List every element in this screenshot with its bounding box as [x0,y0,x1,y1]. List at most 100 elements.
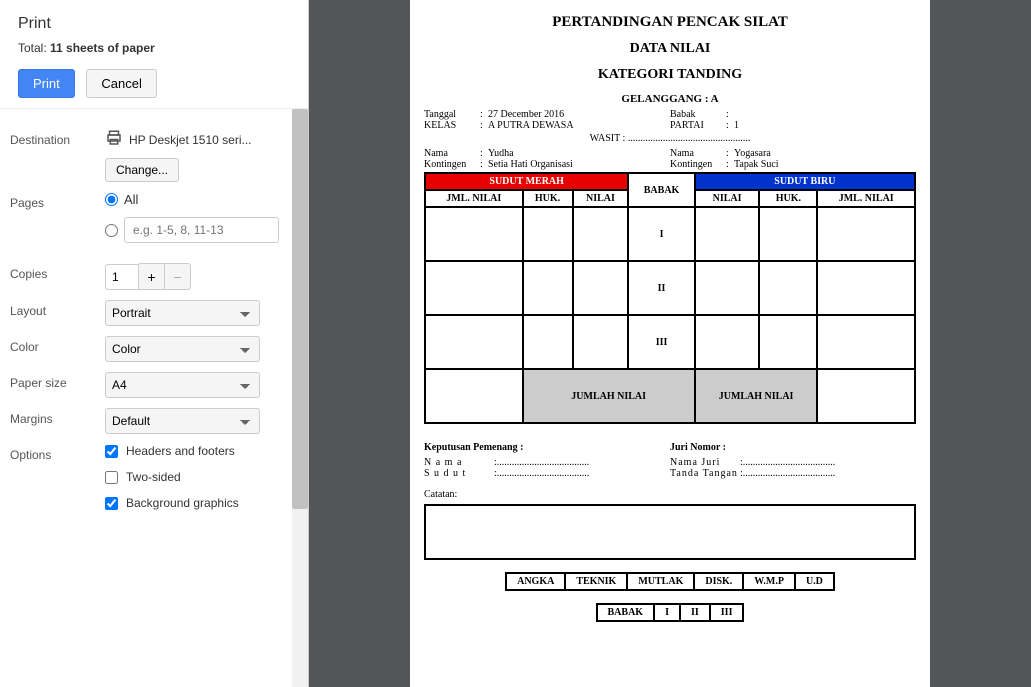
options-label: Options [10,444,105,462]
destination-name: HP Deskjet 1510 seri... [129,133,252,147]
destination-box: HP Deskjet 1510 seri... [105,129,286,150]
paper-select[interactable]: A4 [105,372,260,398]
twosided-checkbox[interactable] [105,471,118,484]
bg-label: Background graphics [126,496,239,510]
result-table-2: BABAK I II III [596,603,745,622]
tanggal-v: 27 December 2016 [488,109,564,120]
copies-input[interactable] [105,264,139,290]
round-2: II [425,261,915,315]
kont2-v: Tapak Suci [734,159,779,170]
pages-custom-row [105,217,286,243]
jn-tt: Tanda Tangan [670,468,740,479]
pages-all-label: All [124,192,138,207]
doc-title2: DATA NILAI [424,41,916,57]
copies-plus[interactable]: + [139,263,165,290]
hdr-red: SUDUT MERAH [425,173,628,190]
margins-label: Margins [10,408,105,426]
pages-custom-radio[interactable] [105,224,118,237]
paper-row: Paper size A4 [10,372,308,398]
layout-select[interactable]: Portrait [105,300,260,326]
catatan-box [424,504,916,560]
destination-label: Destination [10,129,105,147]
nama1-v: Yudha [488,148,514,159]
print-options-body: Destination HP Deskjet 1510 seri... Chan… [0,109,308,687]
copies-minus[interactable]: − [165,263,191,290]
nama2-v: Yogasara [734,148,771,159]
margins-row: Margins Default [10,408,308,434]
kp-sudut: S u d u t [424,468,494,479]
layout-row: Layout Portrait [10,300,308,326]
kont2-k: Kontingen [670,159,726,170]
score-table: SUDUT MERAH BABAK SUDUT BIRU JML. NILAI … [424,172,916,424]
total-prefix: Total: [18,41,50,55]
footer-block: Keputusan Pemenang : N a m a:...........… [424,442,916,479]
headers-checkbox[interactable] [105,445,118,458]
cancel-button[interactable]: Cancel [86,69,156,98]
hdr-babak: BABAK [628,173,694,207]
res-mutlak: MUTLAK [627,573,694,590]
kp-nama: N a m a [424,457,494,468]
layout-label: Layout [10,300,105,318]
copies-row: Copies + − [10,263,308,290]
kelas-k: KELAS [424,120,480,131]
bg-checkbox[interactable] [105,497,118,510]
catatan-label: Catatan: [424,489,916,500]
partai-k: PARTAI [670,120,726,131]
scrollbar-track[interactable] [292,109,308,687]
twosided-label: Two-sided [126,470,181,484]
preview-area[interactable]: PERTANDINGAN PENCAK SILAT DATA NILAI KAT… [309,0,1031,687]
res-angka: ANGKA [506,573,565,590]
change-destination-button[interactable]: Change... [105,158,179,182]
round-1: I [425,207,915,261]
res-ii: II [680,604,710,621]
copies-label: Copies [10,263,105,281]
res-ud: U.D [795,573,834,590]
col-nilai-l: NILAI [573,190,629,207]
round-3: III [425,315,915,369]
print-total: Total: 11 sheets of paper [18,41,290,55]
color-row: Color Color [10,336,308,362]
tanggal-k: Tanggal [424,109,480,120]
margins-select[interactable]: Default [105,408,260,434]
total-row: JUMLAH NILAIJUMLAH NILAI [425,369,915,423]
doc-gelanggang: GELANGGANG : A [424,93,916,105]
pages-row: Pages All [10,192,308,253]
kont1-k: Kontingen [424,159,480,170]
kont1-v: Setia Hati Organisasi [488,159,573,170]
print-button[interactable]: Print [18,69,75,98]
res-babak: BABAK [597,604,655,621]
doc-title3: KATEGORI TANDING [424,67,916,83]
printer-icon [105,129,123,150]
button-row: Print Cancel [18,69,290,98]
col-jml-r: JML. NILAI [817,190,915,207]
pages-label: Pages [10,192,105,210]
col-huk-l: HUK. [523,190,573,207]
color-select[interactable]: Color [105,336,260,362]
col-nilai-r: NILAI [695,190,760,207]
scrollbar-thumb[interactable] [292,109,308,509]
names-grid: Nama:Yudha Kontingen:Setia Hati Organisa… [424,148,916,170]
print-panel: Print Total: 11 sheets of paper Print Ca… [0,0,309,687]
print-header: Print Total: 11 sheets of paper Print Ca… [0,0,308,109]
pages-range-input[interactable] [124,217,279,243]
options-row: Options Headers and footers Two-sided Ba… [10,444,308,522]
color-label: Color [10,336,105,354]
pages-all-row: All [105,192,286,207]
print-title: Print [18,15,290,33]
kp-title: Keputusan Pemenang : [424,442,670,453]
result-table: ANGKA TEKNIK MUTLAK DISK. W.M.P U.D [505,572,835,591]
col-huk-r: HUK. [759,190,817,207]
partai-v: 1 [734,120,739,131]
destination-row: Destination HP Deskjet 1510 seri... Chan… [10,129,308,182]
paper-label: Paper size [10,372,105,390]
nama1-k: Nama [424,148,480,159]
headers-label: Headers and footers [126,444,235,458]
document-page: PERTANDINGAN PENCAK SILAT DATA NILAI KAT… [410,0,930,687]
res-teknik: TEKNIK [565,573,627,590]
info-grid: Tanggal:27 December 2016 KELAS:A PUTRA D… [424,109,916,131]
doc-title1: PERTANDINGAN PENCAK SILAT [424,14,916,31]
jn-nama: Nama Juri [670,457,740,468]
nama2-k: Nama [670,148,726,159]
pages-all-radio[interactable] [105,193,118,206]
kelas-v: A PUTRA DEWASA [488,120,574,131]
